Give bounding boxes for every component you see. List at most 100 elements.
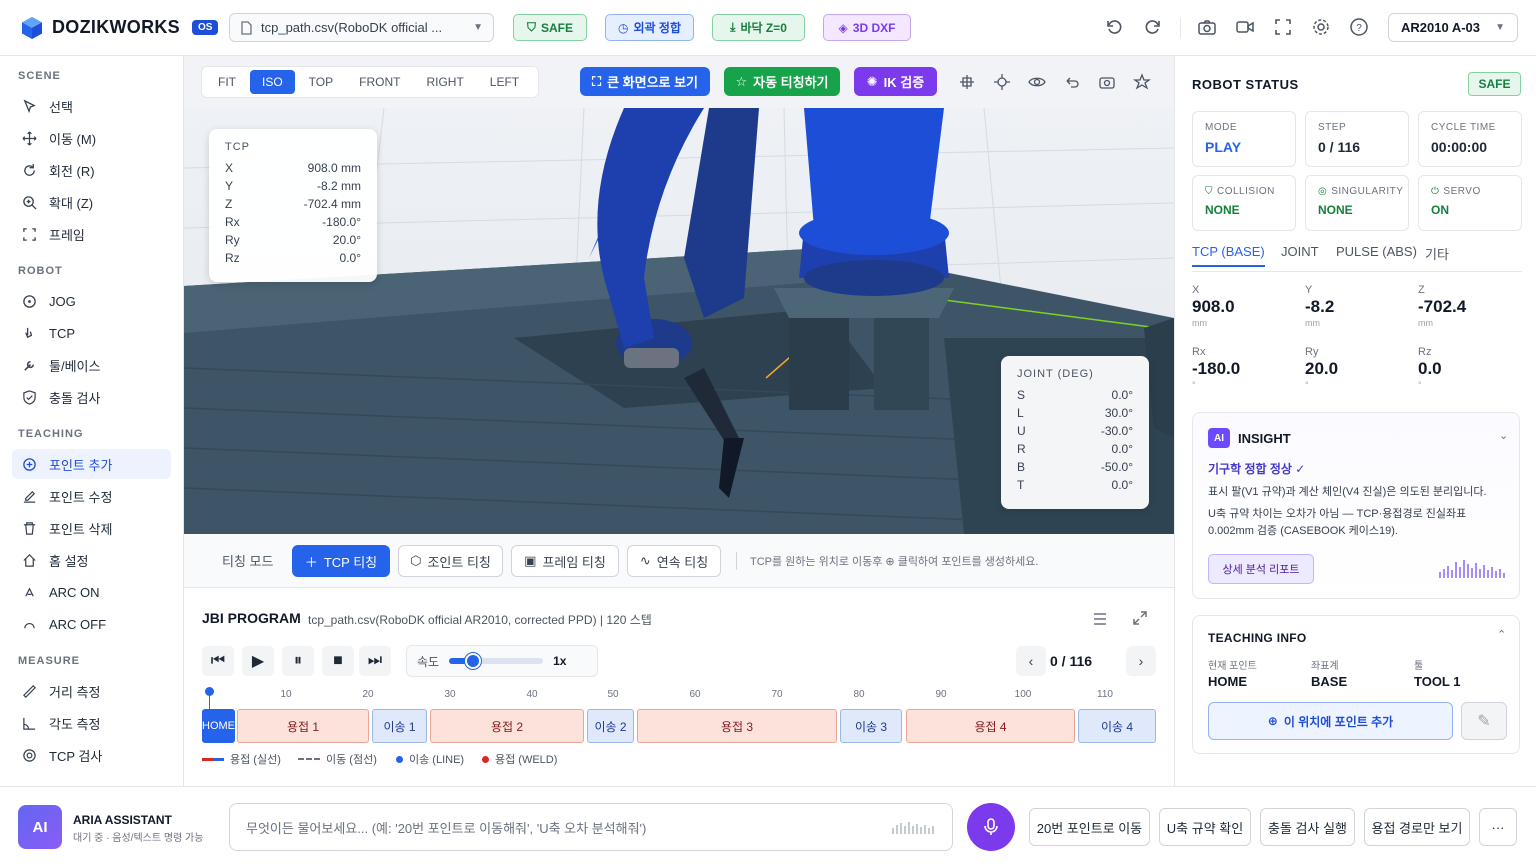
joint-row-t: T 0.0° [1017,478,1133,492]
segment-weld-2[interactable]: 용접 2 [430,709,584,743]
blue-dot-icon [396,755,403,763]
skip-back-button[interactable]: ⏮ [202,646,234,676]
dxf-pill[interactable]: ◈ 3D DXF [823,14,911,41]
gear-icon[interactable] [1311,17,1331,37]
speed-slider-knob[interactable] [464,653,481,669]
segment-move-3[interactable]: 이송 3 [840,709,902,743]
undo-icon[interactable] [1063,73,1081,91]
camera-icon[interactable] [1098,73,1116,91]
sidebar-item-delete-point[interactable]: 포인트 삭제 [12,513,171,543]
tick-label: 100 [1014,689,1032,700]
pause-button[interactable]: ⏸ [282,646,314,676]
sidebar-item-add-point[interactable]: 포인트 추가 [12,449,171,479]
quick-run-collision[interactable]: 충돌 검사 실행 [1260,808,1355,846]
speed-slider[interactable] [449,653,544,669]
segment-weld-3[interactable]: 용접 3 [637,709,837,743]
file-selector[interactable]: tcp_path.csv(RoboDK official ... ▼ [229,13,494,42]
insight-line-2: U축 규약 차이는 오차가 아님 — TCP·용접경로 진실좌표 0.002mm… [1208,508,1467,537]
detail-report-button[interactable]: 상세 분석 리포트 [1208,554,1314,584]
frame-teach-button[interactable]: ▣ 프레임 티칭 [511,545,619,577]
chevron-down-icon[interactable]: ⌄ [1499,429,1508,442]
tab-tcp-base[interactable]: TCP (BASE) [1192,244,1265,267]
floor-z-pill[interactable]: ⤓ 바닥 Z=0 [712,14,805,41]
expand-icon[interactable] [1132,610,1148,626]
target-icon[interactable] [993,73,1011,91]
redo-icon[interactable] [1143,17,1163,37]
safe-pill[interactable]: ⛉ SAFE [513,14,587,41]
sidebar-item-jog[interactable]: JOG [12,286,171,316]
sidebar-item-distance[interactable]: 거리 측정 [12,676,171,706]
view-fit-button[interactable]: FIT [206,70,248,94]
sidebar-item-edit-point[interactable]: 포인트 수정 [12,481,171,511]
segment-move-1[interactable]: 이송 1 [372,709,427,743]
skip-forward-icon: ⏭ [367,652,383,669]
view-iso-button[interactable]: ISO [250,70,295,94]
mic-button[interactable] [967,803,1015,851]
angle-icon [23,717,36,730]
sidebar-item-rotate[interactable]: 회전 (R) [12,155,171,185]
sidebar-item-frame[interactable]: 프레임 [12,219,171,249]
fullscreen-icon[interactable] [1273,17,1293,37]
undo-icon[interactable] [1104,17,1124,37]
next-step-button[interactable]: › [1126,646,1156,676]
prev-step-button[interactable]: ‹ [1016,646,1046,676]
joint-teach-button[interactable]: ⬡ 조인트 티칭 [398,545,503,577]
star-icon[interactable] [1133,73,1151,91]
teach-bar: 티칭 모드 ＋ TCP 티칭 ⬡ 조인트 티칭 ▣ 프레임 티칭 ∿ 연속 티칭 TCP… [184,534,1174,588]
add-point-here-button[interactable]: ⊕ 이 위치에 포인트 추가 [1208,702,1453,740]
view-right-button[interactable]: RIGHT [414,70,475,94]
tab-joint[interactable]: JOINT [1281,244,1319,259]
fullscreen-view-button[interactable]: ⛶ 큰 화면으로 보기 [580,67,710,96]
view-left-button[interactable]: LEFT [478,70,531,94]
quick-move-point-20[interactable]: 20번 포인트로 이동 [1029,808,1150,846]
tick-label: 70 [771,689,783,700]
segment-home[interactable]: HOME [202,709,235,743]
view-front-button[interactable]: FRONT [347,70,412,94]
sidebar-item-arc-off[interactable]: ARC OFF [12,609,171,639]
plus-icon: ＋ [304,554,318,570]
robot-selector[interactable]: AR2010 A-03 ▼ [1388,13,1518,42]
edit-point-button[interactable]: ✎ [1461,702,1507,740]
sidebar-item-tcp-check[interactable]: TCP 검사 [12,740,171,770]
robot-name: AR2010 A-03 [1401,20,1481,35]
sidebar-item-zoom[interactable]: 확대 (Z) [12,187,171,217]
auto-teach-button[interactable]: ☆ 자동 티칭하기 [724,67,840,96]
assistant-input[interactable]: 무엇이든 물어보세요... (예: '20번 포인트로 이동해줘', 'U축 오… [229,803,953,851]
insight-card: AI INSIGHT ⌄ 기구학 정합 정상 ✓ 표시 팔(V1 규약)과 계산… [1192,412,1520,599]
ik-verify-button[interactable]: ✺ IK 검증 [854,67,937,96]
sidebar-item-angle[interactable]: 각도 측정 [12,708,171,738]
quick-show-weld-path[interactable]: 용접 경로만 보기 [1364,808,1470,846]
tab-other[interactable]: 기타 [1425,244,1449,263]
list-icon[interactable] [1092,612,1108,626]
sidebar-item-move[interactable]: 이동 (M) [12,123,171,153]
more-button[interactable]: ··· [1479,808,1517,846]
tcp-teach-button[interactable]: ＋ TCP 티칭 [292,545,390,577]
3d-viewport[interactable]: FIT ISO TOP FRONT RIGHT LEFT ⛶ 큰 화면으로 보기 … [184,56,1174,534]
sidebar-item-arc-on[interactable]: ARC ON [12,577,171,607]
eye-icon[interactable] [1028,73,1046,91]
hexagon-icon: ⬡ [410,553,422,568]
sidebar-item-collision[interactable]: 충돌 검사 [12,382,171,412]
grid-snap-icon[interactable] [958,73,976,91]
segment-weld-4[interactable]: 용접 4 [906,709,1075,743]
segment-move-2[interactable]: 이송 2 [587,709,634,743]
play-button[interactable]: ▶ [242,646,274,676]
view-top-button[interactable]: TOP [297,70,345,94]
outline-match-pill[interactable]: ◷ 외곽 정합 [605,14,694,41]
segment-move-4[interactable]: 이송 4 [1078,709,1156,743]
continuous-teach-button[interactable]: ∿ 연속 티칭 [627,545,721,577]
chevron-up-icon[interactable]: ⌃ [1497,628,1506,641]
sidebar-item-tool-base[interactable]: 툴/베이스 [12,350,171,380]
sidebar-item-home[interactable]: 홈 설정 [12,545,171,575]
tab-pulse[interactable]: PULSE (ABS) [1336,244,1417,259]
skip-forward-button[interactable]: ⏭ [359,646,391,676]
camera-icon[interactable] [1197,17,1217,37]
sidebar-item-tcp[interactable]: TCP [12,318,171,348]
video-icon[interactable] [1235,17,1255,37]
help-icon[interactable]: ? [1349,17,1369,37]
stop-button[interactable]: ■ [322,646,354,676]
sidebar-item-select[interactable]: 선택 [12,91,171,121]
tick-label: 40 [526,689,538,700]
segment-weld-1[interactable]: 용접 1 [237,709,369,743]
quick-check-u-axis[interactable]: U축 규약 확인 [1159,808,1251,846]
